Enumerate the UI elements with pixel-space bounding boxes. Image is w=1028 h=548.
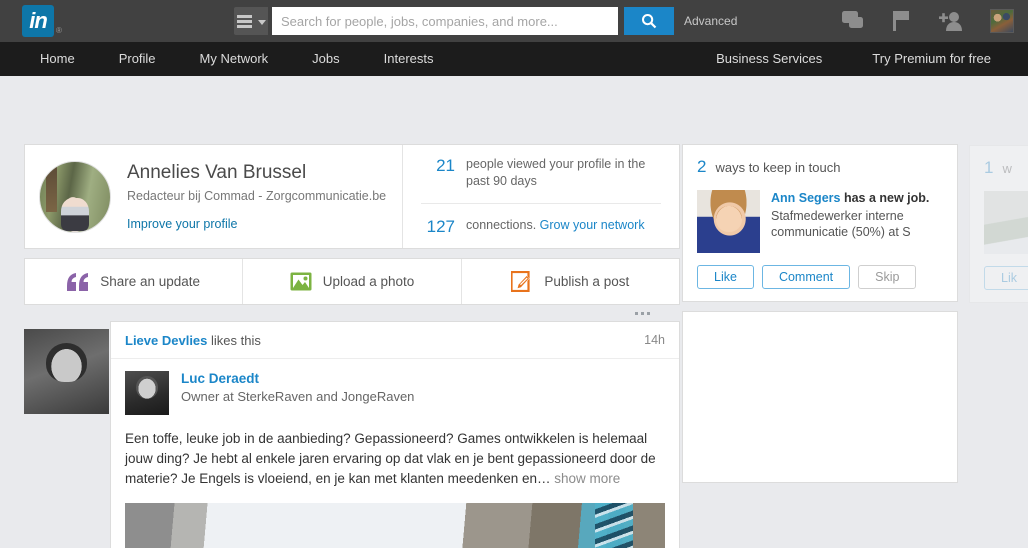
pencil-icon bbox=[511, 271, 531, 292]
keep-in-touch-item: Ann Segers has a new job. Stafmedewerker… bbox=[697, 190, 943, 253]
profile-views-label: people viewed your profile in the past 9… bbox=[466, 157, 646, 188]
main-column: Annelies Van Brussel Redacteur bij Comma… bbox=[24, 144, 680, 548]
nav-item-my-network[interactable]: My Network bbox=[178, 42, 291, 76]
social-context: Lieve Devlies likes this bbox=[125, 333, 261, 348]
peek-title: w bbox=[1002, 161, 1012, 176]
right-rail: 2 ways to keep in touch Ann Segers has a… bbox=[682, 144, 1028, 483]
chevron-down-icon bbox=[257, 19, 266, 25]
publish-a-post-button[interactable]: Publish a post bbox=[462, 259, 679, 304]
profile-avatar[interactable] bbox=[990, 9, 1014, 33]
nav-item-jobs[interactable]: Jobs bbox=[290, 42, 361, 76]
keep-in-touch-header: 2 ways to keep in touch bbox=[697, 157, 943, 177]
notifications-flag-icon[interactable] bbox=[892, 10, 912, 32]
share-an-update-button[interactable]: Share an update bbox=[25, 259, 244, 304]
feed: Lieve Devlies likes this 14h Luc Deraedt… bbox=[24, 321, 680, 548]
photo-icon bbox=[290, 272, 312, 291]
nav-item-interests[interactable]: Interests bbox=[362, 42, 456, 76]
search-button[interactable] bbox=[624, 7, 674, 35]
contact-update: Ann Segers has a new job. Stafmedewerker… bbox=[771, 190, 943, 240]
comment-button[interactable]: Comment bbox=[761, 265, 851, 289]
page-body: Annelies Van Brussel Redacteur bij Comma… bbox=[0, 76, 1028, 548]
add-connection-icon[interactable] bbox=[938, 11, 964, 31]
author-name[interactable]: Luc Deraedt bbox=[181, 371, 414, 386]
social-actor-photo[interactable] bbox=[24, 329, 109, 414]
hamburger-bars bbox=[236, 14, 252, 28]
contact-action: has a new job. bbox=[843, 191, 930, 205]
contact-avatar[interactable] bbox=[697, 190, 760, 253]
keep-in-touch-count: 2 bbox=[697, 157, 707, 176]
nav-item-try-premium[interactable]: Try Premium for free bbox=[847, 42, 1016, 76]
search-icon bbox=[642, 14, 657, 29]
skip-button[interactable]: Skip bbox=[858, 265, 917, 289]
like-button[interactable]: Like bbox=[697, 265, 754, 289]
quote-icon bbox=[67, 272, 89, 291]
user-avatar[interactable] bbox=[39, 160, 111, 233]
profile-summary-card: Annelies Van Brussel Redacteur bij Comma… bbox=[24, 144, 680, 249]
keep-in-touch-actions: Like Comment Skip bbox=[697, 265, 943, 289]
contact-name[interactable]: Ann Segers bbox=[771, 191, 840, 205]
peek-like-button[interactable]: Lik bbox=[984, 266, 1028, 290]
contact-detail: Stafmedewerker interne communicatie (50%… bbox=[771, 209, 911, 239]
keep-in-touch-card: 2 ways to keep in touch Ann Segers has a… bbox=[682, 144, 1028, 303]
linkedin-logo[interactable]: in ® bbox=[22, 5, 62, 37]
connections-stat[interactable]: 127 connections. Grow your network bbox=[421, 204, 661, 237]
share-bar: Share an update Upload a photo Publish a… bbox=[24, 258, 680, 305]
search-input[interactable] bbox=[272, 7, 618, 35]
registered-mark: ® bbox=[56, 26, 62, 35]
connections-count: 127 bbox=[426, 217, 455, 236]
keep-in-touch-title: ways to keep in touch bbox=[715, 160, 841, 175]
upload-a-photo-label: Upload a photo bbox=[322, 274, 415, 289]
profile-views-stat[interactable]: 21 people viewed your profile in the pas… bbox=[421, 156, 661, 204]
nav-item-profile[interactable]: Profile bbox=[97, 42, 178, 76]
linkedin-logo-mark: in bbox=[22, 5, 54, 37]
feed-post: Lieve Devlies likes this 14h Luc Deraedt… bbox=[110, 321, 680, 548]
main-nav: Home Profile My Network Jobs Interests B… bbox=[0, 42, 1028, 76]
author-text: Luc Deraedt Owner at SterkeRaven and Jon… bbox=[181, 371, 414, 415]
post-author: Luc Deraedt Owner at SterkeRaven and Jon… bbox=[111, 359, 679, 415]
social-action-label: likes this bbox=[211, 332, 261, 348]
profile-identity: Annelies Van Brussel Redacteur bij Comma… bbox=[25, 145, 403, 248]
page-title: Annelies Van Brussel bbox=[127, 162, 307, 183]
peek-actions: Lik bbox=[984, 266, 1028, 290]
improve-profile-link[interactable]: Improve your profile bbox=[127, 217, 386, 231]
connections-label: connections. Grow your network bbox=[466, 217, 645, 234]
hamburger-menu-icon[interactable] bbox=[234, 7, 268, 35]
connections-word: connections. bbox=[466, 218, 537, 232]
show-more-link[interactable]: show more bbox=[554, 471, 620, 486]
nav-secondary: Business Services Try Premium for free bbox=[691, 42, 1016, 76]
feed-options-ellipsis[interactable] bbox=[24, 305, 680, 321]
profile-text: Annelies Van Brussel Redacteur bij Comma… bbox=[127, 162, 386, 231]
feed-post-header: Lieve Devlies likes this 14h bbox=[111, 322, 679, 359]
profile-stats: 21 people viewed your profile in the pas… bbox=[403, 145, 679, 248]
nav-primary: Home Profile My Network Jobs Interests bbox=[18, 42, 456, 76]
share-an-update-label: Share an update bbox=[100, 274, 201, 289]
profile-headline: Redacteur bij Commad - Zorgcommunicatie.… bbox=[127, 189, 387, 203]
post-body: Een toffe, leuke job in de aanbieding? G… bbox=[111, 415, 679, 489]
profile-views-count: 21 bbox=[436, 156, 455, 175]
secondary-rail-card bbox=[682, 311, 958, 483]
nav-item-home[interactable]: Home bbox=[18, 42, 97, 76]
publish-a-post-label: Publish a post bbox=[544, 274, 630, 289]
peek-header: 1 w bbox=[984, 158, 1028, 178]
next-keep-in-touch-card-preview[interactable]: 1 w Lik bbox=[969, 145, 1028, 303]
grow-network-link[interactable]: Grow your network bbox=[540, 218, 645, 232]
nav-item-business-services[interactable]: Business Services bbox=[691, 42, 847, 76]
top-bar-icons bbox=[842, 0, 1014, 42]
post-image[interactable] bbox=[125, 503, 665, 548]
peek-count: 1 bbox=[984, 158, 994, 177]
author-headline: Owner at SterkeRaven and JongeRaven bbox=[181, 389, 415, 404]
contact-text: Ann Segers has a new job. Stafmedewerker… bbox=[771, 190, 943, 253]
peek-avatar bbox=[984, 191, 1028, 254]
messaging-icon[interactable] bbox=[842, 11, 866, 31]
author-avatar[interactable] bbox=[125, 371, 169, 415]
upload-a-photo-button[interactable]: Upload a photo bbox=[243, 259, 462, 304]
social-actor-name[interactable]: Lieve Devlies bbox=[125, 333, 207, 348]
advanced-search-link[interactable]: Advanced bbox=[684, 14, 737, 28]
post-timestamp: 14h bbox=[644, 333, 665, 347]
top-bar: in ® Advanced bbox=[0, 0, 1028, 42]
